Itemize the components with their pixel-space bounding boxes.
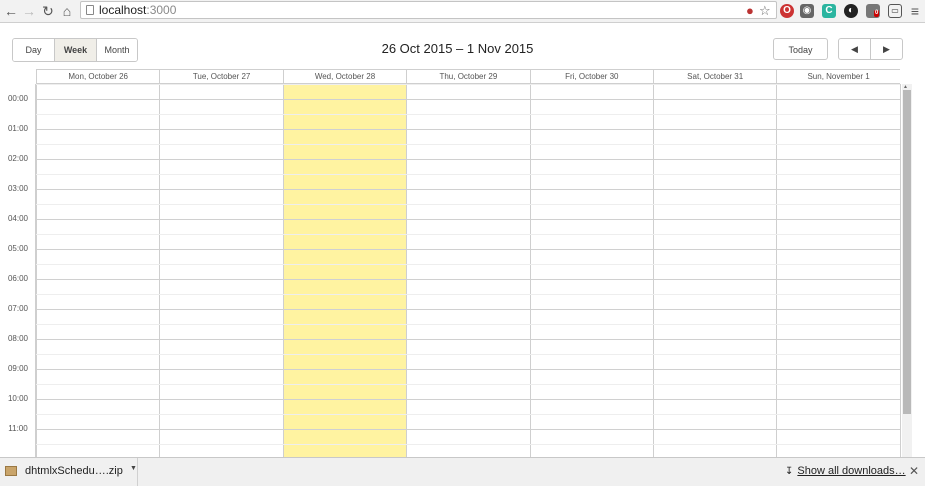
hour-line: [36, 99, 900, 100]
time-label: 10:00: [7, 394, 29, 403]
page-icon: [86, 5, 94, 15]
day-header[interactable]: Tue, October 27: [159, 70, 282, 84]
half-hour-line: [36, 114, 900, 115]
prev-week-button[interactable]: ◀: [839, 39, 870, 59]
half-hour-line: [36, 204, 900, 205]
tab-week[interactable]: Week: [54, 39, 96, 61]
today-button[interactable]: Today: [773, 38, 828, 60]
hour-line: [36, 219, 900, 220]
scroll-thumb[interactable]: [903, 90, 911, 414]
day-header[interactable]: Wed, October 28: [282, 70, 406, 84]
time-label: 11:00: [8, 424, 28, 433]
grid-right-border: [899, 84, 901, 457]
day-column[interactable]: [529, 84, 653, 457]
half-hour-line: [36, 234, 900, 235]
show-all-label: Show all downloads…: [797, 465, 906, 477]
hamburger-menu-icon[interactable]: ≡: [906, 2, 924, 20]
hour-line: [36, 309, 900, 310]
half-hour-line: [36, 414, 900, 415]
day-column[interactable]: [36, 84, 159, 457]
day-headers: Mon, October 26 Tue, October 27 Wed, Octob…: [36, 69, 900, 84]
day-column[interactable]: [653, 84, 776, 457]
time-grid: 00:00 01:00 02:00 03:00 04:00 05:00 06:00 07:00…: [0, 84, 901, 457]
time-label: 05:00: [7, 244, 29, 253]
day-header[interactable]: Sat, October 31: [653, 70, 776, 84]
half-hour-line: [36, 264, 900, 265]
half-hour-line: [36, 294, 900, 295]
week-grid: Mon, October 26 Tue, October 27 Wed, Octob…: [0, 69, 925, 457]
camera-extension-icon[interactable]: ◉: [800, 4, 814, 18]
arrow-right-icon[interactable]: →: [20, 2, 38, 20]
address-bar[interactable]: localhost:3000 ● ☆: [80, 1, 777, 19]
hour-line: [36, 339, 900, 340]
day-column[interactable]: [776, 84, 899, 457]
date-nav: ◀ ▶: [838, 38, 903, 60]
half-hour-line: [36, 84, 900, 85]
browser-toolbar: ← → ↻ ⌂ localhost:3000 ● ☆ O ◉ C ◐ 0 ▭ ≡: [0, 0, 925, 23]
time-label: 03:00: [7, 184, 29, 193]
tab-day[interactable]: Day: [13, 39, 54, 61]
dark-circle-extension-icon[interactable]: ◐: [844, 4, 858, 18]
c-extension-icon[interactable]: C: [822, 4, 836, 18]
download-item[interactable]: dhtmlxSchedu….zip ▼: [0, 458, 138, 486]
half-hour-line: [36, 384, 900, 385]
grid-scrollbar[interactable]: ▲: [902, 84, 912, 457]
arrow-left-icon[interactable]: ←: [2, 2, 20, 20]
time-label: 02:00: [7, 154, 29, 163]
half-hour-line: [36, 354, 900, 355]
extension-badge-count: 0: [874, 10, 880, 17]
half-hour-line: [36, 144, 900, 145]
view-switcher: Day Week Month: [12, 38, 138, 62]
zip-file-icon: [5, 466, 17, 476]
time-label: 04:00: [7, 214, 29, 223]
hour-line: [36, 279, 900, 280]
hour-line: [36, 429, 900, 430]
time-label: 00:00: [7, 94, 29, 103]
opera-extension-icon[interactable]: O: [780, 4, 794, 18]
cast-extension-icon[interactable]: ▭: [888, 4, 902, 18]
time-label: 06:00: [7, 274, 29, 283]
close-icon[interactable]: ✕: [909, 464, 919, 478]
date-range-title: 26 Oct 2015 – 1 Nov 2015: [381, 41, 534, 56]
next-week-button[interactable]: ▶: [870, 39, 902, 59]
downloads-bar: dhtmlxSchedu….zip ▼ ↧ Show all downloads……: [0, 457, 925, 486]
day-header[interactable]: Sun, November 1: [776, 70, 899, 84]
traffic-light-icon[interactable]: ●: [746, 4, 754, 18]
hour-line: [36, 369, 900, 370]
hour-line: [36, 129, 900, 130]
half-hour-line: [36, 444, 900, 445]
half-hour-line: [36, 174, 900, 175]
badge-extension-icon[interactable]: 0: [866, 4, 880, 18]
today-column[interactable]: [282, 84, 407, 457]
time-label: 07:00: [7, 304, 29, 313]
show-all-downloads-link[interactable]: ↧ Show all downloads…: [785, 465, 906, 477]
download-file-name[interactable]: dhtmlxSchedu….zip: [25, 465, 123, 477]
reload-icon[interactable]: ↻: [39, 2, 57, 20]
day-column[interactable]: [159, 84, 282, 457]
hour-line: [36, 159, 900, 160]
half-hour-line: [36, 324, 900, 325]
day-header[interactable]: Mon, October 26: [36, 70, 159, 84]
download-arrow-icon: ↧: [785, 466, 794, 477]
hour-line: [36, 399, 900, 400]
day-header[interactable]: Thu, October 29: [406, 70, 529, 84]
day-header[interactable]: Fri, October 30: [529, 70, 653, 84]
day-column[interactable]: [406, 84, 529, 457]
chevron-down-icon[interactable]: ▼: [130, 465, 137, 472]
time-label: 08:00: [7, 334, 29, 343]
time-label: 01:00: [7, 124, 29, 133]
home-icon[interactable]: ⌂: [58, 2, 76, 20]
url-text[interactable]: localhost:3000: [99, 3, 176, 18]
star-icon[interactable]: ☆: [759, 4, 771, 18]
hour-line: [36, 249, 900, 250]
time-label: 09:00: [7, 364, 29, 373]
tab-month[interactable]: Month: [96, 39, 137, 61]
hour-line: [36, 189, 900, 190]
